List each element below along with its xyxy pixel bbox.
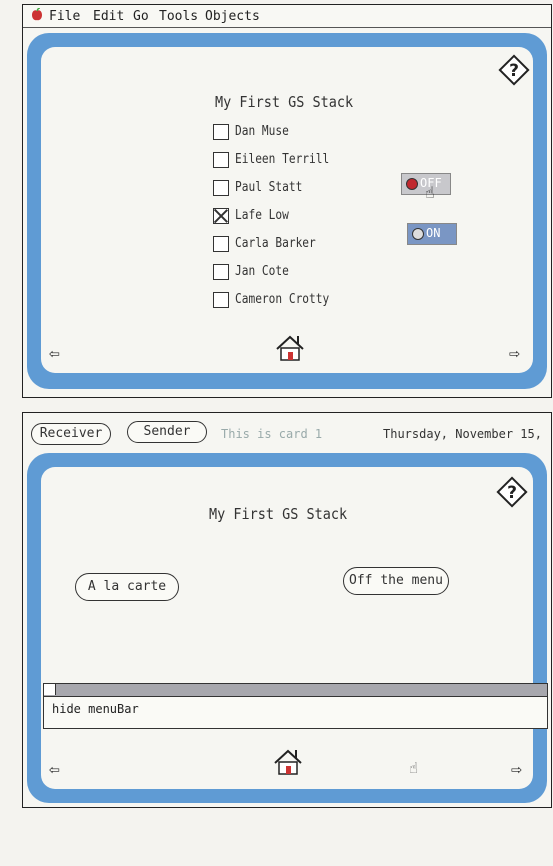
next-card-arrow-icon[interactable]: ⇨	[509, 343, 520, 364]
message-box-titlebar[interactable]	[44, 684, 547, 697]
card-content: My First GS Stack ? Dan Muse Eileen Terri…	[41, 47, 533, 373]
checkbox[interactable]	[213, 152, 229, 168]
message-box-text[interactable]: hide menuBar	[52, 702, 139, 716]
checkbox-label: Lafe Low	[235, 208, 289, 223]
next-card-arrow-icon[interactable]: ⇨	[511, 759, 522, 780]
hand-pointer-icon: ☝	[425, 183, 435, 202]
name-checkbox-list: Dan Muse Eileen Terrill Paul Statt Lafe Low…	[213, 123, 353, 323]
off-the-menu-button[interactable]: Off the menu	[343, 567, 449, 595]
a-la-carte-button[interactable]: A la carte	[75, 573, 179, 601]
screenshot-panel-2: Receiver Sender This is card 1 Thursday,…	[22, 412, 552, 808]
menu-tools[interactable]: Tools	[159, 9, 198, 24]
checkbox-label: Carla Barker	[235, 236, 316, 251]
svg-text:?: ?	[507, 483, 517, 503]
date-text: Thursday, November 15,	[383, 427, 542, 441]
home-icon[interactable]	[271, 747, 305, 777]
menu-bar: File Edit Go Tools Objects	[23, 5, 551, 28]
checkbox-label: Eileen Terrill	[235, 152, 330, 167]
menu-objects[interactable]: Objects	[205, 9, 260, 24]
card-status-text: This is card 1	[221, 427, 323, 441]
svg-text:?: ?	[509, 61, 519, 81]
prev-card-arrow-icon[interactable]: ⇦	[49, 343, 60, 364]
checkbox-label: Cameron Crotty	[235, 292, 330, 307]
radio-dot-icon	[406, 178, 418, 190]
checkbox[interactable]	[213, 264, 229, 280]
menu-edit[interactable]: Edit	[93, 9, 124, 24]
radio-on-button[interactable]: ON	[407, 223, 457, 245]
message-box[interactable]: hide menuBar	[43, 683, 548, 729]
close-box-icon[interactable]	[44, 684, 56, 695]
checkbox[interactable]	[213, 292, 229, 308]
checkbox[interactable]	[213, 180, 229, 196]
menu-file[interactable]: File	[49, 9, 80, 24]
radio-dot-icon	[412, 228, 424, 240]
checkbox-checked[interactable]	[213, 208, 229, 224]
sender-button[interactable]: Sender	[127, 421, 207, 443]
screenshot-panel-1: File Edit Go Tools Objects My First GS S…	[22, 4, 552, 398]
checkbox-label: Dan Muse	[235, 124, 289, 139]
menu-go[interactable]: Go	[133, 9, 149, 24]
home-icon[interactable]	[273, 333, 307, 363]
prev-card-arrow-icon[interactable]: ⇦	[49, 759, 60, 780]
checkbox-label: Jan Cote	[235, 264, 289, 279]
card-content: My First GS Stack ? A la carte Off the m…	[41, 467, 533, 789]
card-window: My First GS Stack ? Dan Muse Eileen Terri…	[27, 33, 547, 389]
checkbox[interactable]	[213, 124, 229, 140]
receiver-button[interactable]: Receiver	[31, 423, 111, 445]
help-icon[interactable]: ?	[495, 475, 529, 509]
hand-pointer-icon: ☝	[409, 759, 419, 777]
card-window: My First GS Stack ? A la carte Off the m…	[27, 453, 547, 803]
stack-title: My First GS Stack	[215, 93, 354, 111]
apple-menu-icon[interactable]	[31, 7, 43, 26]
checkbox-label: Paul Statt	[235, 180, 303, 195]
stack-title: My First GS Stack	[209, 505, 348, 523]
checkbox[interactable]	[213, 236, 229, 252]
help-icon[interactable]: ?	[497, 53, 531, 87]
